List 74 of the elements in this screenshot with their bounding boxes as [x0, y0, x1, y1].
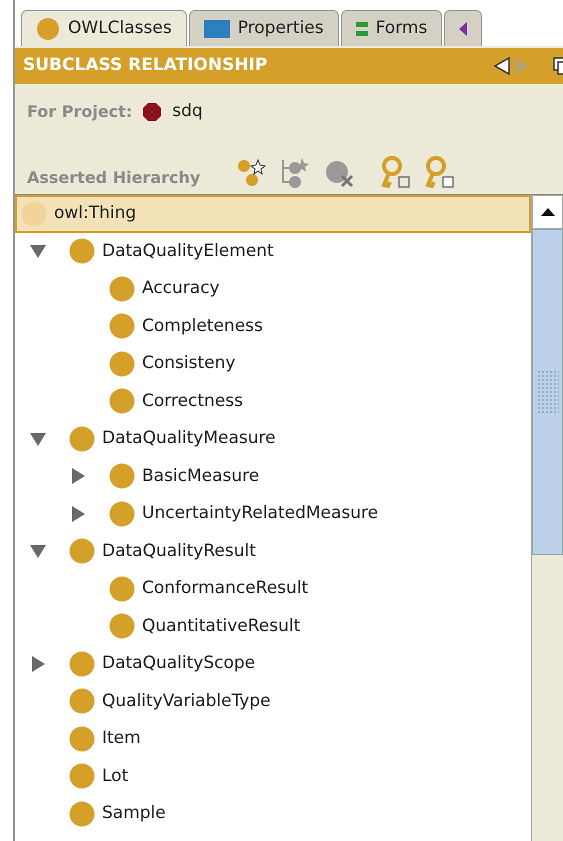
tree-node[interactable]: QuantitativeResult [15, 608, 531, 645]
tree-node[interactable]: Sample [15, 795, 531, 832]
tree-node[interactable]: Completeness [15, 308, 531, 345]
class-dot-icon [109, 576, 135, 602]
key-icon[interactable] [424, 156, 454, 188]
circle-icon [36, 16, 60, 40]
tab[interactable]: Forms [340, 10, 442, 46]
class-dot-icon [109, 350, 135, 377]
scroll-up-icon[interactable] [540, 208, 554, 216]
class-label: BasicMeasure [142, 464, 260, 488]
project-label: For Project: [27, 101, 132, 123]
octagon-icon [142, 102, 162, 122]
class-label: Completeness [142, 314, 263, 338]
tab[interactable]: Properties [188, 10, 339, 46]
tree-node[interactable]: ConformanceResult [15, 570, 531, 608]
class-label: DataQualityElement [102, 240, 274, 262]
class-dot-icon [69, 238, 95, 264]
tree-node[interactable]: Consisteny [15, 345, 531, 382]
class-label: QualityVariableType [102, 690, 271, 712]
class-dot-icon [69, 426, 95, 452]
class-dot-icon [69, 688, 95, 714]
form-icon [356, 20, 368, 36]
class-dot-icon [109, 613, 135, 640]
class-label: DataQualityResult [102, 540, 256, 562]
hierarchy-title: Asserted Hierarchy [27, 167, 200, 189]
class-label: QuantitativeResult [142, 614, 300, 638]
expanded-triangle-icon[interactable] [29, 542, 47, 560]
class-label: Item [102, 727, 141, 750]
class-label: Correctness [142, 390, 243, 412]
tree-node[interactable]: DataQualityScope [15, 645, 531, 682]
scrollbar[interactable] [531, 195, 563, 841]
tree-node[interactable]: DataQualityMeasure [15, 420, 531, 458]
tree-node[interactable]: DataQualityElement [15, 232, 531, 270]
tab[interactable] [444, 10, 482, 46]
collapsed-triangle-icon[interactable] [29, 654, 47, 673]
scroll-thumb[interactable] [532, 229, 563, 555]
class-label: Lot [102, 764, 128, 788]
collapsed-triangle-icon[interactable] [69, 504, 87, 523]
tab[interactable]: OWLClasses [21, 10, 187, 46]
collapsed-triangle-icon[interactable] [69, 467, 87, 486]
tree-node[interactable]: owl:Thing [15, 195, 531, 232]
class-label: owl:Thing [54, 202, 136, 225]
class-dot-icon [69, 650, 95, 677]
tree-node[interactable]: BasicMeasure [15, 458, 531, 495]
tree-node[interactable]: DataQualityResult [15, 532, 531, 570]
class-dot-icon [69, 763, 95, 790]
tree-node[interactable]: QualityVariableType [15, 682, 531, 720]
expanded-triangle-icon[interactable] [29, 242, 47, 260]
tree-node[interactable]: UncertaintyRelatedMeasure [15, 495, 531, 532]
class-dot-icon [109, 313, 135, 340]
tree-node[interactable]: Lot [15, 758, 531, 795]
class-dot-icon [109, 388, 135, 414]
tree-node[interactable]: Item [15, 720, 531, 758]
back-arrow-icon[interactable] [493, 56, 511, 76]
class-dot-icon [69, 800, 95, 827]
class-label: Accuracy [142, 277, 220, 300]
class-label: ConformanceResult [142, 577, 308, 600]
tree-node[interactable]: Correctness [15, 382, 531, 420]
class-label: Consisteny [142, 352, 236, 375]
class-dot-icon [69, 538, 95, 564]
class-label: Sample [102, 802, 166, 825]
class-dot-icon [21, 200, 47, 227]
header-title: SUBCLASS RELATIONSHIP [23, 54, 268, 78]
key-icon[interactable] [380, 156, 410, 188]
project-name: sdq [172, 100, 203, 124]
class-dot-icon [69, 726, 95, 752]
class-label: DataQualityMeasure [102, 427, 276, 450]
class-label: UncertaintyRelatedMeasure [142, 502, 378, 525]
class-dot-icon [109, 463, 135, 490]
class-label: DataQualityScope [102, 652, 256, 675]
class-dot-icon [109, 276, 135, 302]
class-dot-icon [109, 500, 135, 527]
rectangle-icon [204, 20, 230, 38]
tree-node[interactable]: Accuracy [15, 270, 531, 308]
